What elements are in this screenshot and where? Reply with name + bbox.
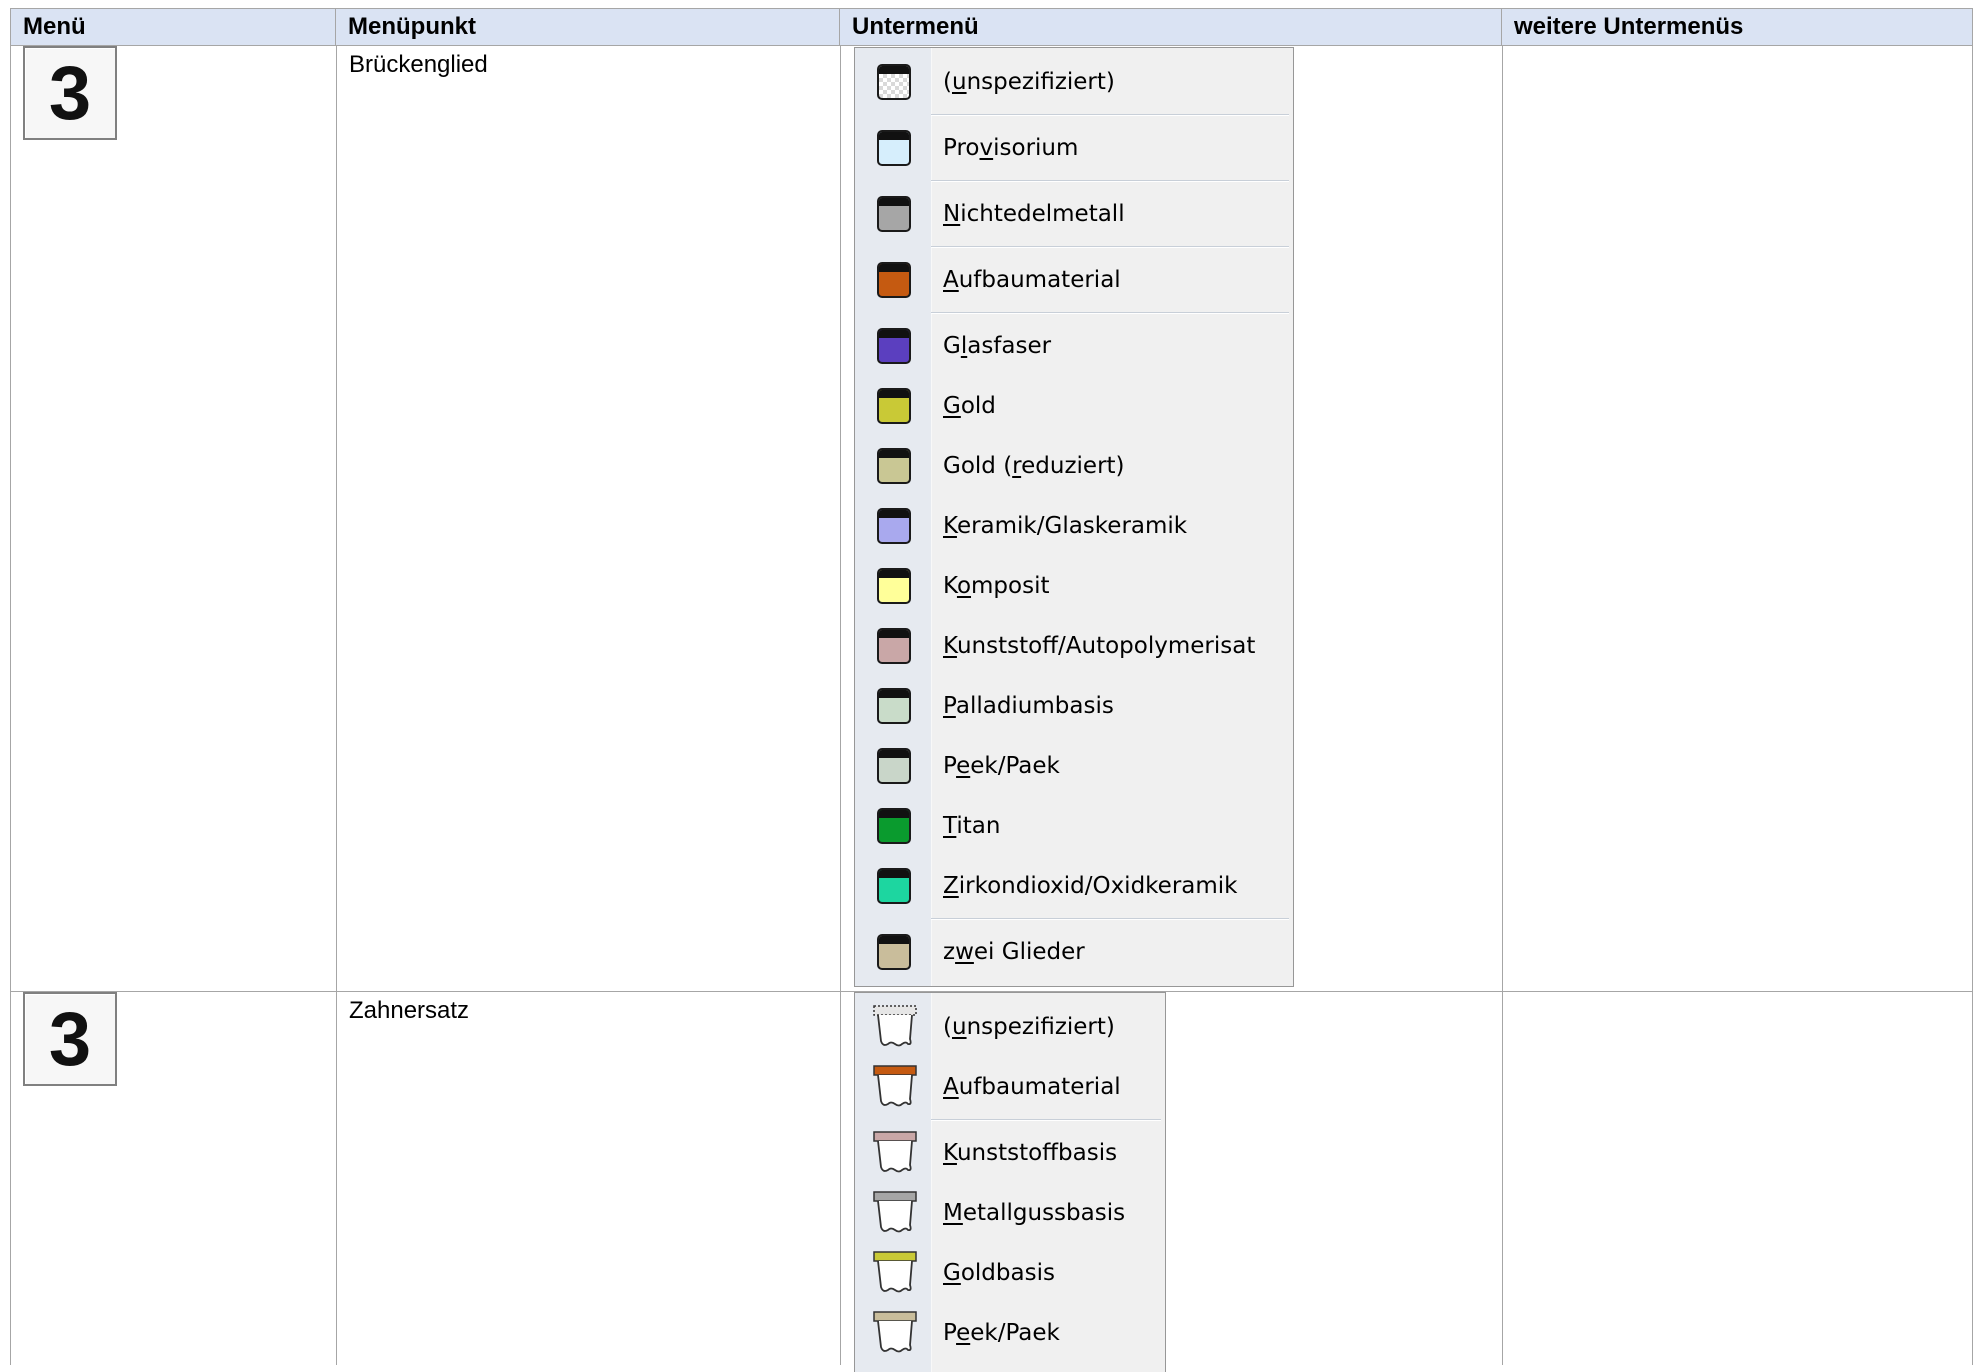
menu-item-label: Provisorium	[943, 135, 1079, 161]
tooth-color-swatch-icon	[877, 130, 911, 166]
column-divider	[840, 45, 841, 1365]
documentation-table: Menü Menüpunkt Untermenü weitere Unterme…	[10, 8, 1973, 1372]
menu-item-label: Nichtedelmetall	[943, 201, 1125, 227]
submenu-brueckenglied: (unspezifiziert) Provisorium Nichtedelmeta…	[854, 47, 1294, 987]
menu-item-kunststoff-autopolymerisat[interactable]: Kunststoff/Autopolymerisat	[855, 616, 1293, 676]
tooth-color-swatch-icon	[877, 328, 911, 364]
menu-item-goldbasis[interactable]: Goldbasis	[855, 1243, 1165, 1303]
menu-item-label: Gold (reduziert)	[943, 453, 1125, 479]
tooth-color-swatch-icon	[877, 448, 911, 484]
tooth-color-swatch-icon	[877, 868, 911, 904]
table-header-row: Menü Menüpunkt Untermenü weitere Unterme…	[11, 9, 1973, 46]
menupunkt-brueckenglied: Brückenglied	[349, 51, 488, 78]
menu-item-zirkondioxid-oxidkeramik[interactable]: Zirkondioxid/Oxidkeramik	[855, 856, 1293, 916]
menu-item-label: Metallgussbasis	[943, 1200, 1126, 1226]
menu-separator	[931, 312, 1289, 314]
tooth-color-swatch-icon	[877, 64, 911, 100]
tooth-color-swatch-icon	[877, 934, 911, 970]
menu-item-label: (unspezifiziert)	[943, 1014, 1115, 1040]
denture-base-icon	[873, 1065, 917, 1107]
menu-item-label: zwei Glieder	[943, 939, 1085, 965]
header-untermenue: Untermenü	[840, 9, 1502, 45]
menu-separator	[931, 246, 1289, 248]
menu-item-komposit[interactable]: Komposit	[855, 556, 1293, 616]
menu-item-unspezifiziert[interactable]: (unspezifiziert)	[855, 52, 1293, 112]
menu-item-keramik-glaskeramik[interactable]: Keramik/Glaskeramik	[855, 496, 1293, 556]
column-divider	[336, 45, 337, 1365]
menu-item-label: Aufbaumaterial	[943, 267, 1121, 293]
header-menupunkt: Menüpunkt	[336, 9, 840, 45]
menu-separator	[931, 1119, 1161, 1121]
tooth-color-swatch-icon	[877, 748, 911, 784]
menu-item-label: Palladiumbasis	[943, 693, 1114, 719]
denture-base-icon	[873, 1311, 917, 1353]
tooth-color-swatch-icon	[877, 196, 911, 232]
menu-item-provisorium[interactable]: Provisorium	[855, 118, 1293, 178]
denture-base-icon	[873, 1131, 917, 1173]
menu-item-gold-reduziert[interactable]: Gold (reduziert)	[855, 436, 1293, 496]
menu-item-aufbaumaterial[interactable]: Aufbaumaterial	[855, 1057, 1165, 1117]
menu-item-gold[interactable]: Gold	[855, 376, 1293, 436]
menu-item-label: Goldbasis	[943, 1260, 1055, 1286]
menu-separator	[931, 114, 1289, 116]
menu-item-kunststoffbasis[interactable]: Kunststoffbasis	[855, 1123, 1165, 1183]
tooth-color-swatch-icon	[877, 388, 911, 424]
toolbar-number-3-icon: 3	[23, 46, 117, 140]
menupunkt-zahnersatz: Zahnersatz	[349, 997, 470, 1024]
menu-item-zwei-glieder[interactable]: zwei Glieder	[855, 922, 1293, 982]
menu-item-label: Kunststoff/Autopolymerisat	[943, 633, 1256, 659]
header-menu: Menü	[11, 9, 336, 45]
menu-item-palladiumbasis[interactable]: Palladiumbasis	[855, 676, 1293, 736]
tooth-color-swatch-icon	[877, 688, 911, 724]
menu-item-label: Glasfaser	[943, 333, 1052, 359]
menu-item-titan[interactable]: Titan	[855, 796, 1293, 856]
column-divider	[1972, 45, 1973, 1365]
menu-item-label: Keramik/Glaskeramik	[943, 513, 1188, 539]
menu-item-label: Kunststoffbasis	[943, 1140, 1118, 1166]
header-weitere-untermenues: weitere Untermenüs	[1502, 9, 1973, 45]
toolbar-number-3-icon: 3	[23, 992, 117, 1086]
menu-item-aufbaumaterial[interactable]: Aufbaumaterial	[855, 250, 1293, 310]
menu-item-label: Peek/Paek	[943, 753, 1060, 779]
menu-item-label: Titan	[943, 813, 1001, 839]
tooth-color-swatch-icon	[877, 628, 911, 664]
menu-item-metallgussbasis[interactable]: Metallgussbasis	[855, 1183, 1165, 1243]
menu-item-peek-paek[interactable]: Peek/Paek	[855, 736, 1293, 796]
tooth-color-swatch-icon	[877, 568, 911, 604]
menu-item-nichtedelmetall[interactable]: Nichtedelmetall	[855, 184, 1293, 244]
menu-item-label: Gold	[943, 393, 996, 419]
menu-item-label: Aufbaumaterial	[943, 1074, 1121, 1100]
tooth-color-swatch-icon	[877, 262, 911, 298]
denture-base-icon	[873, 1191, 917, 1233]
menu-item-label: Zirkondioxid/Oxidkeramik	[943, 873, 1238, 899]
column-divider	[1502, 45, 1503, 1365]
menu-separator	[931, 180, 1289, 182]
menu-item-peek-paek[interactable]: Peek/Paek	[855, 1303, 1165, 1363]
menu-item-unspezifiziert[interactable]: (unspezifiziert)	[855, 997, 1165, 1057]
denture-base-icon	[873, 1251, 917, 1293]
menu-item-label: Peek/Paek	[943, 1320, 1060, 1346]
denture-base-icon	[873, 1005, 917, 1047]
submenu-zahnersatz: (unspezifiziert) Aufbaumaterial Kunststoff…	[854, 992, 1166, 1372]
tooth-color-swatch-icon	[877, 508, 911, 544]
menu-item-label: (unspezifiziert)	[943, 69, 1115, 95]
menu-item-label: Komposit	[943, 573, 1050, 599]
menu-separator	[931, 918, 1289, 920]
menu-item-glasfaser[interactable]: Glasfaser	[855, 316, 1293, 376]
tooth-color-swatch-icon	[877, 808, 911, 844]
